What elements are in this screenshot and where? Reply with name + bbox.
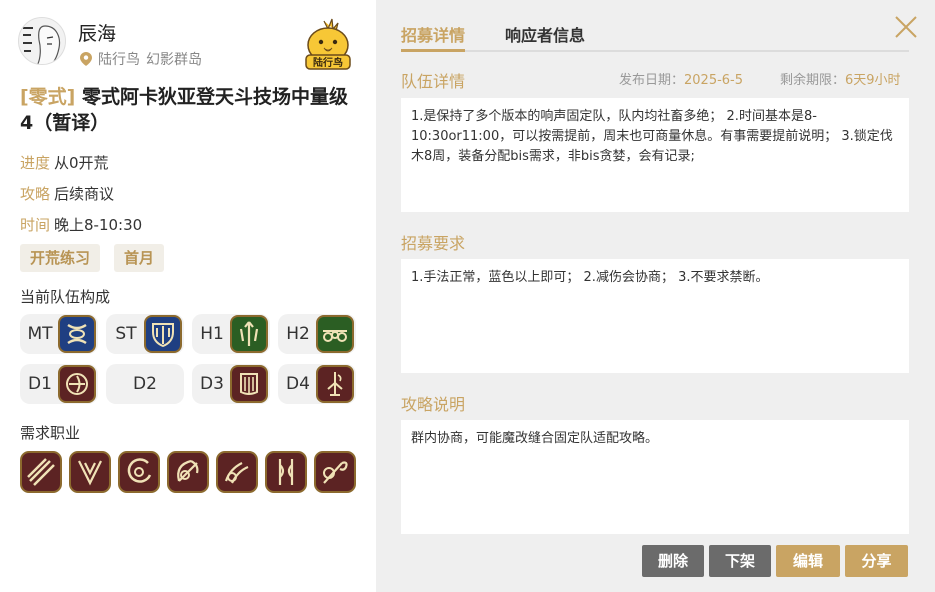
tab-recruit-details[interactable]: 招募详情 <box>401 22 466 52</box>
slot-label: H1 <box>200 324 224 344</box>
slot-label: D3 <box>200 374 224 394</box>
share-button[interactable]: 分享 <box>845 545 908 577</box>
strategy-notes-title: 攻略说明 <box>401 395 466 414</box>
publish-date-value: 2025-6-5 <box>684 73 744 88</box>
tag-chip: 开荒练习 <box>20 244 101 272</box>
time-value: 晚上8-10:30 <box>54 216 143 234</box>
pictomancer-job-icon[interactable] <box>314 451 356 493</box>
strategy-value: 后续商议 <box>54 185 115 203</box>
unlist-button[interactable]: 下架 <box>709 545 771 577</box>
requirements-title: 招募要求 <box>401 234 466 253</box>
slot-label: D2 <box>133 374 157 394</box>
slot-mt[interactable]: MT <box>20 314 98 354</box>
party-card: 辰海 陆行鸟 幻影群岛 陆行鸟 [零式] 零式阿卡狄亚登天斗技场中量级4（暂译）… <box>0 0 376 592</box>
slot-label: D1 <box>28 374 52 394</box>
requirements-text: 1.手法正常，蓝色以上即可； 2.减伤会协商； 3.不要求禁断。 <box>401 259 909 373</box>
tag-chip: 首月 <box>114 244 165 272</box>
remaining-time-label: 剩余期限： <box>780 73 846 88</box>
viper-job-icon[interactable] <box>265 451 307 493</box>
location-pin-icon <box>80 52 92 66</box>
party-tag: [零式] <box>20 86 76 108</box>
party-title: [零式] 零式阿卡狄亚登天斗技场中量级4（暂译） <box>20 84 360 136</box>
strategy-notes-text: 群内协商，可能魔改缝合固定队适配攻略。 <box>401 420 909 534</box>
publish-date: 发布日期：2025-6-5 <box>619 69 743 88</box>
slot-label: ST <box>115 324 137 344</box>
time-row: 时间 晚上8-10:30 <box>20 214 142 235</box>
slot-h1[interactable]: H1 <box>192 314 270 354</box>
time-label: 时间 <box>20 216 51 234</box>
team-details-title: 队伍详情 <box>401 72 466 91</box>
chocobo-mascot-icon: 陆行鸟 <box>300 15 356 71</box>
server-name: 陆行鸟 <box>98 52 140 68</box>
user-name: 辰海 <box>78 23 117 45</box>
delete-button[interactable]: 删除 <box>642 545 704 577</box>
slot-d1[interactable]: D1 <box>20 364 98 404</box>
avatar[interactable] <box>18 17 66 65</box>
slot-d2[interactable]: D2 <box>106 364 184 404</box>
team-details-text: 1.是保持了多个版本的响声固定队，队内均社畜多绝； 2.时间基本是8-10:30… <box>401 98 909 212</box>
progress-value: 从0开荒 <box>54 154 109 172</box>
user-location: 陆行鸟 幻影群岛 <box>80 49 202 69</box>
slot-label: D4 <box>286 374 310 394</box>
dragoon-job-icon[interactable] <box>20 451 62 493</box>
astrologian-job-icon <box>316 315 354 353</box>
slot-d3[interactable]: D3 <box>192 364 270 404</box>
slot-d4[interactable]: D4 <box>278 364 356 404</box>
progress-row: 进度 从0开荒 <box>20 152 109 173</box>
paladin-job-icon <box>58 315 96 353</box>
remaining-time-value: 6天9小时 <box>845 73 901 88</box>
ninja-job-icon[interactable] <box>69 451 111 493</box>
composition-label: 当前队伍构成 <box>20 288 111 306</box>
slot-st[interactable]: ST <box>106 314 184 354</box>
svg-text:陆行鸟: 陆行鸟 <box>313 56 343 69</box>
black-mage-job-icon <box>316 365 354 403</box>
warrior-job-icon <box>144 315 182 353</box>
publish-date-label: 发布日期： <box>619 73 685 88</box>
black-mage-job-icon[interactable] <box>216 451 258 493</box>
white-mage-job-icon <box>230 315 268 353</box>
slot-label: MT <box>27 324 53 344</box>
world-name: 幻影群岛 <box>146 52 202 68</box>
remaining-time: 剩余期限：6天9小时 <box>780 69 901 88</box>
bard-job-icon <box>230 365 268 403</box>
strategy-label: 攻略 <box>20 185 51 203</box>
progress-label: 进度 <box>20 154 51 172</box>
tab-bar: 招募详情 响应者信息 <box>401 22 909 52</box>
samurai-job-icon[interactable] <box>118 451 160 493</box>
tab-responders[interactable]: 响应者信息 <box>505 22 585 52</box>
slot-label: H2 <box>286 324 310 344</box>
reaper-job-icon[interactable] <box>167 451 209 493</box>
close-icon[interactable] <box>893 14 919 40</box>
edit-button[interactable]: 编辑 <box>776 545 840 577</box>
detail-panel: 招募详情 响应者信息 队伍详情 发布日期：2025-6-5 剩余期限：6天9小时… <box>376 0 935 592</box>
strategy-row: 攻略 后续商议 <box>20 183 114 204</box>
monk-job-icon <box>58 365 96 403</box>
needed-jobs-label: 需求职业 <box>20 424 81 442</box>
slot-h2[interactable]: H2 <box>278 314 356 354</box>
